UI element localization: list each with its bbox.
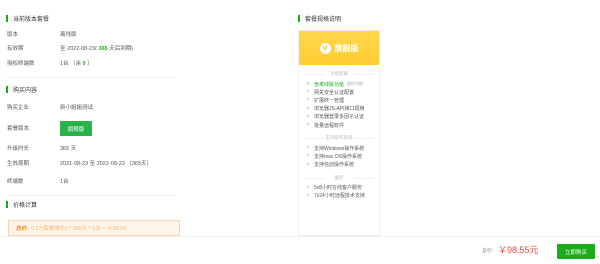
period-label: 生效周期 <box>7 161 30 167</box>
purchase-header: 购买内容 <box>0 81 37 97</box>
terminal-count-row: 终端数 1台 <box>0 174 286 188</box>
terminals-auth-value: 1台 （余 0 ） <box>60 59 93 67</box>
company-label: 购买企业 <box>7 105 30 111</box>
check-icon: ✓ <box>306 97 311 104</box>
check-icon: ✓ <box>306 89 311 96</box>
group-os-label: 支持操作系统 <box>299 135 379 141</box>
plan-label: 套餐版本 <box>7 126 30 132</box>
os-text: 支持Windows操作系统 <box>314 145 365 152</box>
terminal-count-label: 终端数 <box>7 179 24 185</box>
feature-item: ✓ 浏览器登录多因子认证 <box>299 113 379 121</box>
feature-text: 浏览器登录多因子认证 <box>314 114 365 121</box>
check-icon: ✓ <box>306 192 311 199</box>
confirm-purchase-button[interactable]: 立即购买 <box>557 244 595 259</box>
feature-item: ✓ 网关安全认证配置 <box>299 88 379 96</box>
feature-item: ✓ 扩展终一管理 <box>299 96 379 104</box>
price-header: 价格计算 <box>0 196 37 212</box>
left-panel: 当前版本套餐 版本 离线版 有效期 至 2022-08-23( 365 天后到期… <box>0 0 286 236</box>
check-icon: ✓ <box>306 113 311 120</box>
terminals-prefix: 1台 （余 <box>60 61 83 67</box>
feature-note: 提供功能 <box>347 81 364 87</box>
check-icon: ✓ <box>306 153 311 160</box>
version-row: 版本 离线版 <box>0 27 286 41</box>
terminals-auth-label: 授权终端数 <box>7 61 35 67</box>
plan-card-header: V 旗舰版 <box>299 31 379 65</box>
group-features-label: 功能套餐 <box>299 71 379 77</box>
feature-text: 网关安全认证配置 <box>314 89 355 96</box>
footer-bar: 总价: ￥98.55元 立即购买 <box>0 236 600 264</box>
terminal-count-value: 1台 <box>60 179 69 185</box>
price-calculation-box: 总价: 0.27(套餐单价) * 365天 * 1台 = ￥98.55 <box>8 220 180 236</box>
feature-text: 批量远程软件 <box>314 122 345 129</box>
section-marker <box>6 200 8 208</box>
duration-row: 升级时长 365 天 <box>0 141 286 155</box>
plan-desc-title: 套餐规格说明 <box>305 16 342 23</box>
purchase-title: 购买内容 <box>13 87 38 94</box>
feature-text: 含离线版功能 <box>314 81 345 88</box>
os-text: 支持信创操作系统 <box>314 162 355 169</box>
feature-text: 扩展终一管理 <box>314 97 345 104</box>
os-item: ✓ 支持信创操作系统 <box>299 161 379 169</box>
duration-label: 升级时长 <box>7 146 30 152</box>
check-icon: ✓ <box>306 81 311 88</box>
current-version-header: 当前版本套餐 <box>0 10 49 26</box>
feature-item: ✓ 批量远程软件 <box>299 121 379 129</box>
price-total-label: 总价: <box>16 226 29 232</box>
check-icon: ✓ <box>306 184 311 191</box>
validity-days: 365 <box>98 46 108 52</box>
divider <box>6 77 176 78</box>
check-icon: ✓ <box>306 105 311 112</box>
footer-total-label: 总价: <box>482 248 494 254</box>
footer-total-price: ￥98.55元 <box>498 245 539 255</box>
vip-icon: V <box>319 42 331 54</box>
group-service-label: 服务 <box>299 175 379 181</box>
os-text: 支持mac OS操作系统 <box>314 153 363 160</box>
service-text: 7x24小时远程技术支持 <box>314 193 365 200</box>
price-formula: 0.27(套餐单价) * 365天 * 1台 = ￥98.55 <box>30 226 127 232</box>
check-icon: ✓ <box>306 122 311 129</box>
section-marker <box>6 85 8 93</box>
check-icon: ✓ <box>306 161 311 168</box>
validity-prefix: 至 2022-08-23( <box>60 46 99 52</box>
validity-row: 有效期 至 2022-08-23( 365 天后到期) <box>0 41 286 55</box>
period-value: 2021-08-23 至 2022-08-23 （365天） <box>60 161 153 167</box>
plan-card-title: 旗舰版 <box>334 43 359 53</box>
os-item: ✓ 支持Windows操作系统 <box>299 144 379 152</box>
plan-card: V 旗舰版 功能套餐 ✓ 含离线版功能 提供功能 ✓ 网关安全认证配置 ✓ 扩展终一管理… <box>298 30 380 236</box>
version-value: 离线版 <box>60 32 77 38</box>
period-row: 生效周期 2021-08-23 至 2022-08-23 （365天） <box>0 156 286 170</box>
validity-suffix: 天后到期) <box>107 46 134 52</box>
plan-row: 套餐版本 <box>0 121 286 135</box>
service-text: 5x8小时在线客户服务 <box>314 185 363 192</box>
service-item: ✓ 5x8小时在线客户服务 <box>299 184 379 192</box>
service-item: ✓ 7x24小时远程技术支持 <box>299 192 379 200</box>
feature-item: ✓ 含离线版功能 提供功能 <box>299 80 379 88</box>
section-marker <box>298 14 300 22</box>
feature-text: 浏览器JS-API接口调用 <box>314 106 365 113</box>
section-marker <box>6 14 8 22</box>
price-title: 价格计算 <box>13 202 38 209</box>
terminals-auth-row: 授权终端数 1台 （余 0 ） <box>0 56 286 70</box>
duration-value: 365 天 <box>60 146 77 152</box>
os-item: ✓ 支持mac OS操作系统 <box>299 152 379 160</box>
validity-value: 至 2022-08-23( 365 天后到期) <box>60 44 133 52</box>
terminals-suffix: ） <box>85 61 93 67</box>
validity-label: 有效期 <box>7 46 24 52</box>
plan-desc-header: 套餐规格说明 <box>292 10 341 26</box>
feature-item: ✓ 浏览器JS-API接口调用 <box>299 105 379 113</box>
company-row: 购买企业 新小姐姐测试 <box>0 100 286 114</box>
check-icon: ✓ <box>306 145 311 152</box>
plan-flagship-button[interactable]: 旗舰版 <box>60 121 92 136</box>
version-label: 版本 <box>7 32 19 38</box>
company-value: 新小姐姐测试 <box>60 105 94 111</box>
current-version-title: 当前版本套餐 <box>13 16 50 23</box>
